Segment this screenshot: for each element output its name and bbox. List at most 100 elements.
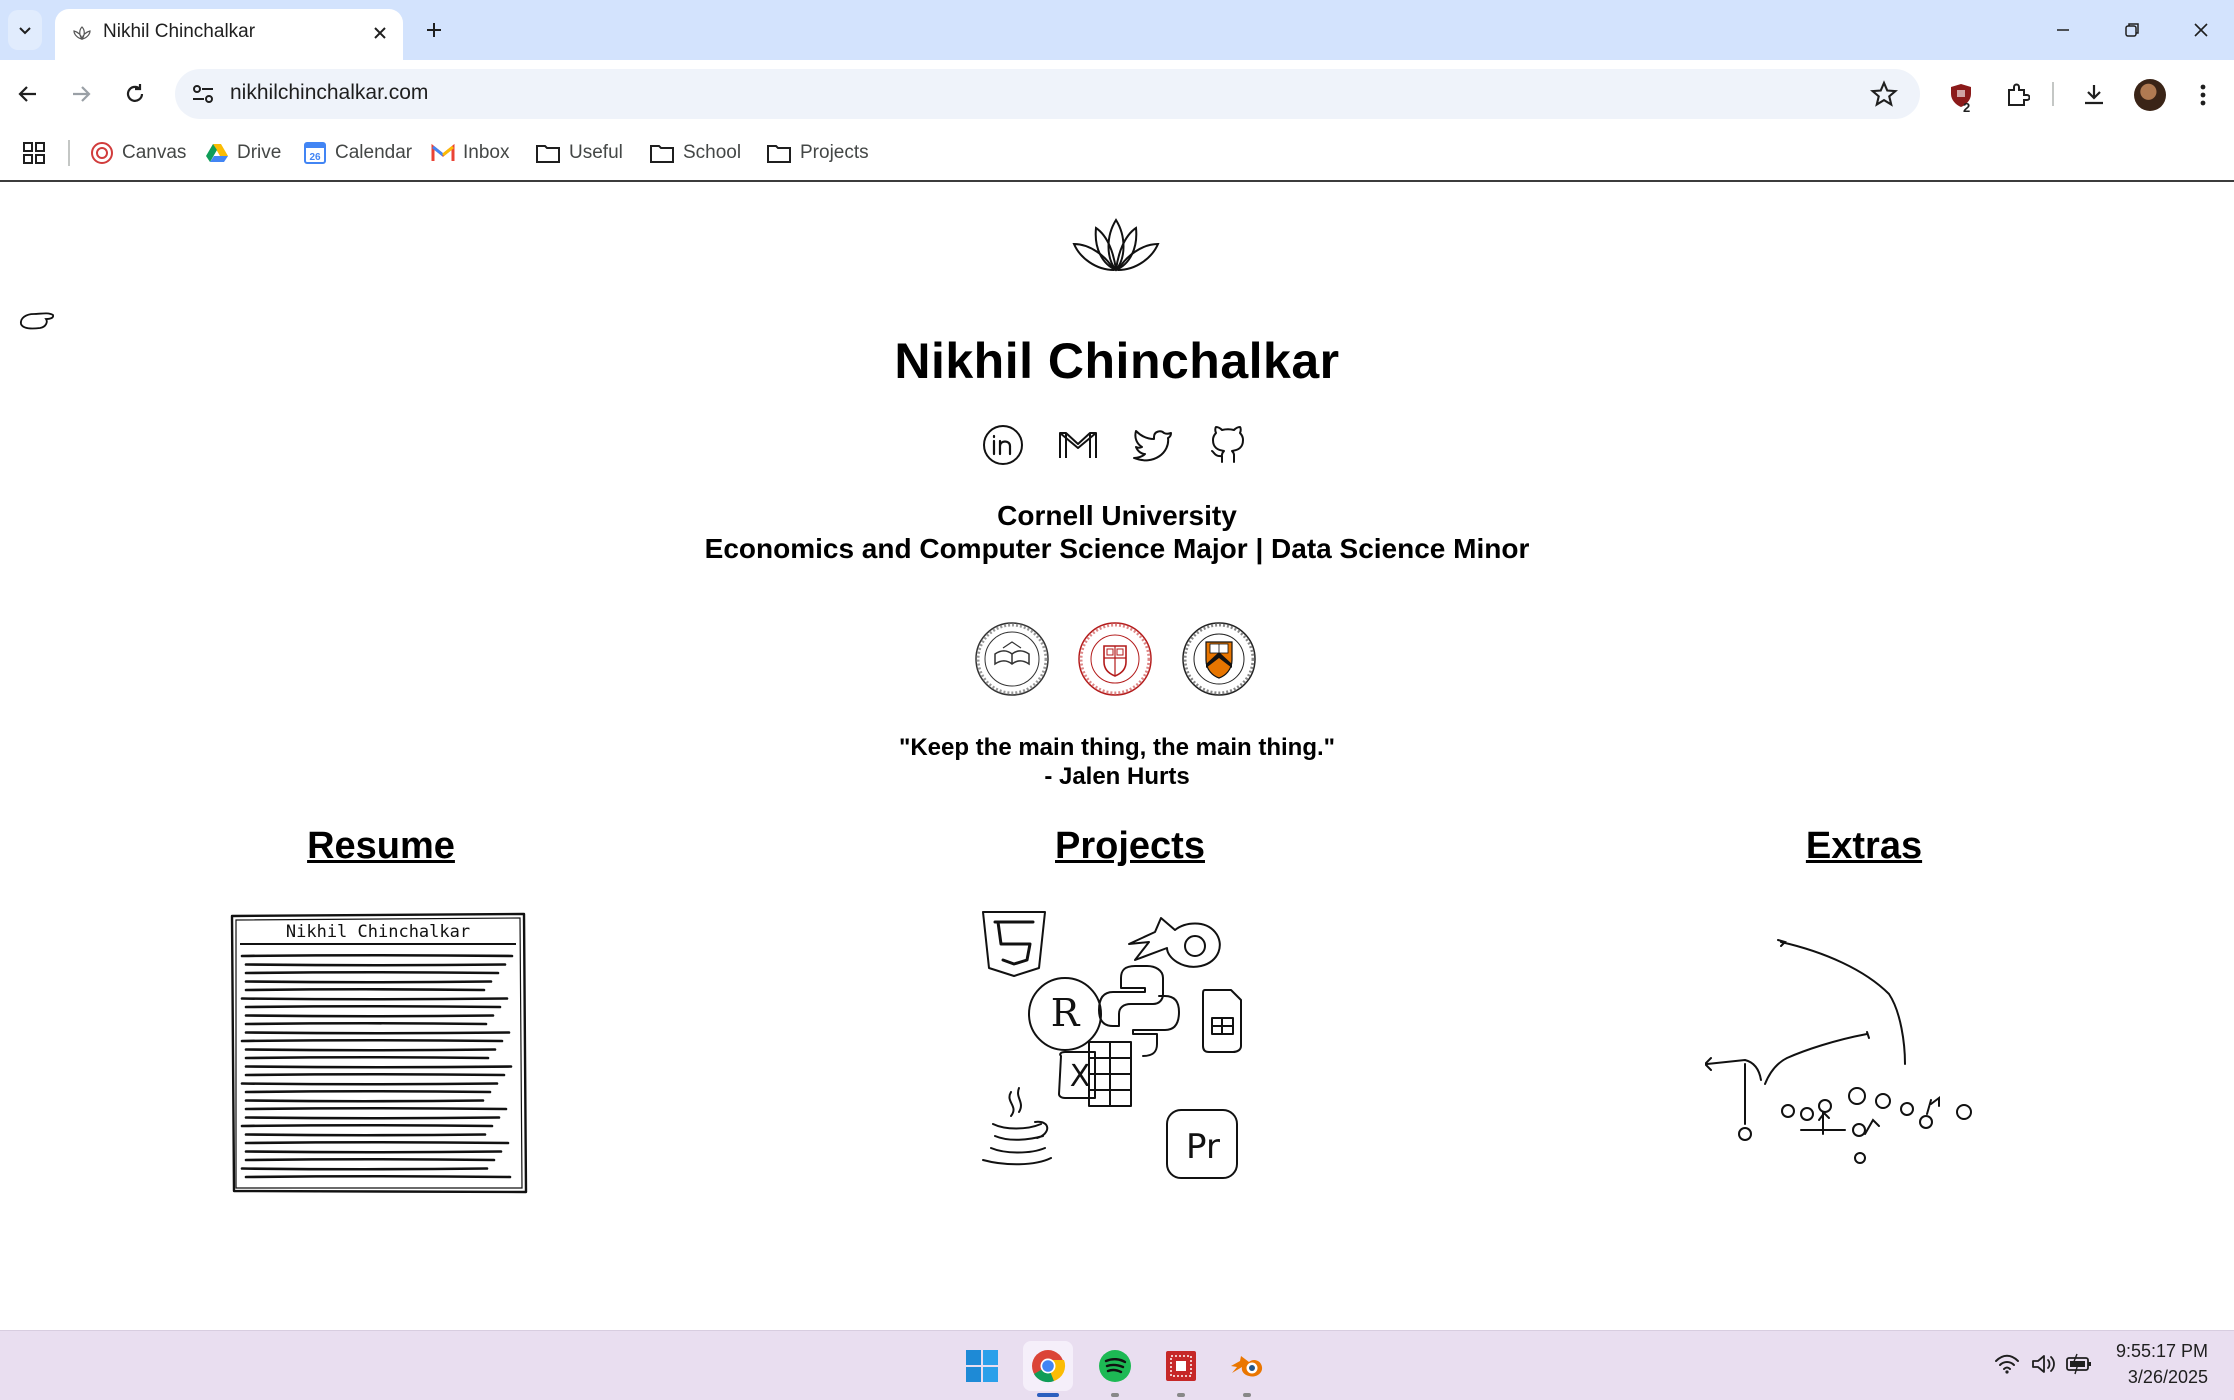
web-page: Nikhil Chinchalkar Cornell University Ec… — [0, 182, 2234, 1330]
resume-sketch-line — [240, 997, 509, 1001]
bookmark-calendar[interactable]: 26 Calendar — [303, 138, 412, 168]
resume-sketch-line — [244, 1133, 487, 1137]
minimize-icon — [2057, 29, 2069, 31]
folder-icon — [767, 145, 791, 163]
gmail-icon — [431, 143, 455, 161]
github-icon[interactable] — [1205, 422, 1251, 468]
bookmark-folder-useful[interactable]: Useful — [535, 138, 623, 168]
bookmark-folder-projects[interactable]: Projects — [766, 138, 869, 168]
app-icon — [1166, 1351, 1196, 1381]
bookmark-label: School — [683, 142, 742, 163]
more-vertical-icon — [2200, 84, 2206, 106]
bookmark-canvas[interactable]: Canvas — [90, 138, 186, 168]
projects-sketch-image[interactable]: R X Pr — [975, 908, 1265, 1203]
url-text[interactable]: nikhilchinchalkar.com — [230, 81, 428, 105]
restore-icon — [2125, 23, 2139, 37]
tab-search-button[interactable] — [8, 10, 42, 50]
taskbar-blender[interactable] — [1222, 1341, 1272, 1397]
download-icon — [2085, 85, 2103, 105]
drive-icon — [206, 144, 228, 162]
puzzle-icon — [2008, 83, 2030, 106]
resume-sketch-line — [240, 1038, 504, 1043]
bookmarks-bar: Canvas Drive 26 Calendar Inbox Useful Sc… — [0, 128, 2234, 182]
cornell-seal-icon — [1078, 622, 1152, 696]
bookmark-label: Calendar — [335, 142, 413, 163]
minimize-button[interactable] — [2045, 14, 2081, 46]
tab-active[interactable]: Nikhil Chinchalkar — [55, 9, 403, 60]
major-line: Economics and Computer Science Major | D… — [704, 533, 1530, 564]
calendar-icon: 26 — [304, 142, 326, 164]
extension-shield-button[interactable] — [1944, 78, 1978, 112]
bookmark-star-icon[interactable] — [1870, 80, 1898, 108]
new-tab-button[interactable] — [420, 16, 448, 44]
blender-icon — [1128, 917, 1221, 968]
plus-icon — [427, 23, 441, 37]
restore-button[interactable] — [2114, 14, 2150, 46]
bookmark-label: Drive — [237, 142, 282, 163]
clock-time[interactable]: 9:55:17 PM — [2116, 1341, 2208, 1362]
bookmark-drive[interactable]: Drive — [205, 138, 281, 168]
wifi-icon[interactable] — [1994, 1353, 2020, 1375]
windows-taskbar: 9:55:17 PM 3/26/2025 — [0, 1330, 2234, 1400]
resume-link[interactable]: Resume — [181, 825, 581, 868]
tab-title: Nikhil Chinchalkar — [103, 21, 256, 42]
spotify-icon — [1099, 1350, 1131, 1382]
resume-sketch-line — [244, 1021, 488, 1026]
resume-sketch-line — [244, 1116, 501, 1120]
twitter-icon[interactable] — [1130, 422, 1176, 468]
chrome-menu-button[interactable] — [2186, 78, 2220, 112]
profile-avatar[interactable] — [2134, 79, 2166, 111]
close-icon — [374, 27, 386, 39]
close-window-button[interactable] — [2183, 14, 2219, 46]
resume-sketch-header: Nikhil Chinchalkar — [286, 922, 470, 942]
python-icon — [1098, 965, 1164, 1027]
gmail-icon[interactable] — [1055, 422, 1101, 468]
school-seal-icon — [975, 622, 1049, 696]
bookmarks-divider — [68, 140, 70, 166]
address-bar[interactable]: nikhilchinchalkar.com — [175, 69, 1920, 119]
bookmark-label: Canvas — [122, 142, 187, 163]
lotus-favicon-icon — [73, 26, 91, 41]
canvas-icon — [91, 142, 113, 164]
downloads-button[interactable] — [2077, 78, 2111, 112]
taskbar-chrome[interactable] — [1023, 1341, 1073, 1397]
start-button[interactable] — [957, 1341, 1007, 1391]
bookmark-folder-school[interactable]: School — [649, 138, 741, 168]
svg-text:Pr: Pr — [1186, 1127, 1220, 1167]
linkedin-icon[interactable] — [980, 422, 1026, 468]
extensions-button[interactable] — [2000, 78, 2034, 112]
bookmark-inbox[interactable]: Inbox — [431, 138, 509, 168]
running-indicator — [1177, 1393, 1185, 1397]
back-button[interactable] — [10, 76, 46, 112]
chevron-down-icon — [19, 27, 31, 35]
resume-sketch-line — [244, 1089, 492, 1094]
volume-icon[interactable] — [2030, 1353, 2056, 1375]
extras-link[interactable]: Extras — [1664, 825, 2064, 868]
resume-sketch-line — [240, 1167, 489, 1171]
resume-sketch-image[interactable]: Nikhil Chinchalkar — [228, 912, 528, 1194]
windows-start-icon — [966, 1350, 998, 1382]
resume-sketch-line — [244, 1065, 513, 1069]
arrow-right-icon — [73, 86, 91, 102]
running-indicator — [1243, 1393, 1251, 1397]
projects-link[interactable]: Projects — [930, 825, 1330, 868]
tab-close-button[interactable] — [367, 20, 393, 46]
battery-icon[interactable] — [2065, 1353, 2093, 1375]
reload-button[interactable] — [117, 76, 153, 112]
resume-sketch-line — [244, 1014, 495, 1018]
close-icon — [2194, 23, 2208, 37]
football-play-sketch-image[interactable] — [1705, 934, 1975, 1184]
clock-date[interactable]: 3/26/2025 — [2128, 1367, 2208, 1388]
taskbar-app[interactable] — [1156, 1341, 1206, 1397]
site-info-icon[interactable] — [189, 81, 217, 107]
quote-author: - Jalen Hurts — [1044, 763, 1190, 790]
resume-sketch-line — [244, 1072, 506, 1077]
svg-text:X: X — [1070, 1059, 1091, 1094]
forward-button[interactable] — [63, 76, 99, 112]
shield-extension-icon — [1951, 84, 1971, 107]
taskbar-spotify[interactable] — [1090, 1341, 1140, 1397]
calendar-day: 26 — [309, 152, 321, 163]
extension-badge: 2 — [1963, 100, 1971, 115]
apps-button[interactable] — [22, 138, 46, 168]
resume-sketch-line — [244, 1048, 497, 1052]
